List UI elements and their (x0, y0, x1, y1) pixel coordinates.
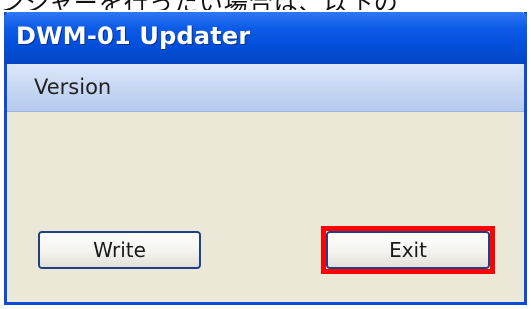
exit-button[interactable]: Exit (326, 231, 490, 269)
write-button[interactable]: Write (38, 231, 201, 269)
version-label: Version (34, 75, 112, 99)
version-panel: Version (7, 64, 524, 112)
cut-off-background-text: ンジャーを行ったい場合は、以下の (0, 0, 531, 10)
window-title: DWM-01 Updater (16, 22, 251, 50)
title-bar[interactable]: DWM-01 Updater (4, 12, 527, 64)
